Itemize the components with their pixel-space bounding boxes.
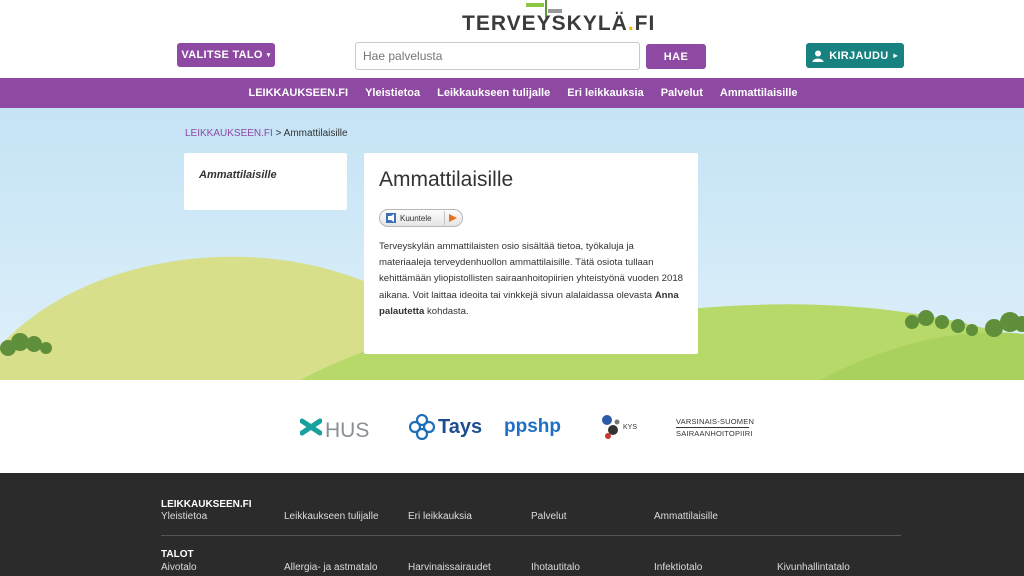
footer-link-palvelut[interactable]: Palvelut xyxy=(531,511,567,522)
hus-text: HUS xyxy=(325,419,370,442)
intro-text-before: Terveyskylän ammattilaisten osio sisältä… xyxy=(379,241,683,301)
partner-logos: HUS Tays ppshp KYS VARSINAIS-SUOMEN SAIR… xyxy=(0,380,1024,473)
footer-divider xyxy=(161,535,901,536)
site-header: TERVEYSKYLÄ.FI VALITSE TALO ▾ HAE KIRJAU… xyxy=(0,0,1024,78)
login-label: KIRJAUDU xyxy=(829,49,889,62)
tays-logo[interactable]: Tays xyxy=(409,410,482,444)
nav-item-leikkaukseen[interactable]: LEIKKAUKSEEN.FI xyxy=(248,87,348,99)
page-title: Ammattilaisille xyxy=(379,168,514,191)
footer-link-harvinaissairaudet[interactable]: Harvinaissairaudet xyxy=(408,562,491,573)
sidebar: Ammattilaisille xyxy=(184,153,347,210)
logo-text: TERVEYSKYLÄ xyxy=(462,12,628,35)
ppshp-text: ppshp xyxy=(504,416,561,437)
content-card: Ammattilaisille Kuuntele Terveyskylän am… xyxy=(364,153,698,354)
footer-link-kivunhallintatalo[interactable]: Kivunhallintatalo xyxy=(777,562,850,573)
kys-text: KYS xyxy=(623,423,638,431)
nav-item-ammattilaisille[interactable]: Ammattilaisille xyxy=(720,87,798,99)
breadcrumb-current: Ammattilaisille xyxy=(283,128,348,139)
speaker-icon xyxy=(386,213,396,223)
vsshp-logo[interactable]: VARSINAIS-SUOMEN SAIRAANHOITOPIIRI xyxy=(676,410,754,444)
footer-link-yleistietoa[interactable]: Yleistietoa xyxy=(161,511,207,522)
footer-link-infektiotalo[interactable]: Infektiotalo xyxy=(654,562,702,573)
tays-flower-icon xyxy=(409,414,435,440)
main-nav: LEIKKAUKSEEN.FI Yleistietoa Leikkaukseen… xyxy=(0,78,1024,108)
chevron-right-icon: ▸ xyxy=(893,51,898,60)
sidebar-item-ammattilaisille[interactable]: Ammattilaisille xyxy=(199,169,277,181)
search-button[interactable]: HAE xyxy=(646,44,706,69)
caret-down-icon: ▾ xyxy=(266,52,271,59)
footer-link-aivotalo[interactable]: Aivotalo xyxy=(161,562,197,573)
vsshp-line2: SAIRAANHOITOPIIRI xyxy=(676,428,753,438)
hus-cross-icon xyxy=(300,418,322,436)
login-button[interactable]: KIRJAUDU ▸ xyxy=(806,43,904,68)
footer-section-leikkaukseen-title[interactable]: LEIKKAUKSEEN.FI xyxy=(161,499,252,510)
footer-section-talot-title: TALOT xyxy=(161,549,194,560)
intro-text-after: kohdasta. xyxy=(424,305,469,317)
ppshp-logo[interactable]: ppshp xyxy=(504,410,561,444)
nav-item-yleistietoa[interactable]: Yleistietoa xyxy=(365,87,420,99)
site-footer: LEIKKAUKSEEN.FI Yleistietoa Leikkaukseen… xyxy=(0,473,1024,576)
house-select-button[interactable]: VALITSE TALO ▾ xyxy=(177,43,275,67)
user-icon xyxy=(812,50,824,62)
vsshp-divider xyxy=(676,426,749,428)
logo-suffix: FI xyxy=(634,12,656,35)
tays-text: Tays xyxy=(438,415,483,438)
breadcrumb: LEIKKAUKSEEN.FI > Ammattilaisille xyxy=(185,128,348,139)
hus-logo[interactable]: HUS xyxy=(300,410,369,444)
vsshp-line1: VARSINAIS-SUOMEN xyxy=(676,416,755,426)
hero-section: LEIKKAUKSEEN.FI > Ammattilaisille Ammatt… xyxy=(0,108,1024,380)
house-select-label: VALITSE TALO xyxy=(181,49,263,61)
footer-link-leikkaukseen-tulijalle[interactable]: Leikkaukseen tulijalle xyxy=(284,511,379,522)
footer-link-allergia-astmatalo[interactable]: Allergia- ja astmatalo xyxy=(284,562,377,573)
kys-logo[interactable]: KYS xyxy=(600,410,637,444)
listen-label: Kuuntele xyxy=(400,213,432,223)
logo-dot: . xyxy=(627,12,635,35)
listen-button[interactable]: Kuuntele xyxy=(379,209,463,227)
nav-item-eri-leikkauksia[interactable]: Eri leikkauksia xyxy=(567,87,643,99)
intro-paragraph: Terveyskylän ammattilaisten osio sisältä… xyxy=(379,239,684,320)
site-logo[interactable]: TERVEYSKYLÄ.FI xyxy=(462,12,655,36)
footer-link-ihotautitalo[interactable]: Ihotautitalo xyxy=(531,562,580,573)
play-icon xyxy=(444,211,460,225)
nav-item-palvelut[interactable]: Palvelut xyxy=(661,87,703,99)
breadcrumb-home-link[interactable]: LEIKKAUKSEEN.FI xyxy=(185,128,273,139)
search-input[interactable] xyxy=(355,42,640,70)
nav-item-leikkaukseen-tulijalle[interactable]: Leikkaukseen tulijalle xyxy=(437,87,550,99)
breadcrumb-separator: > xyxy=(275,128,282,139)
footer-link-ammattilaisille[interactable]: Ammattilaisille xyxy=(654,511,718,522)
footer-link-eri-leikkauksia[interactable]: Eri leikkauksia xyxy=(408,511,472,522)
kys-emblem-icon xyxy=(602,415,620,439)
